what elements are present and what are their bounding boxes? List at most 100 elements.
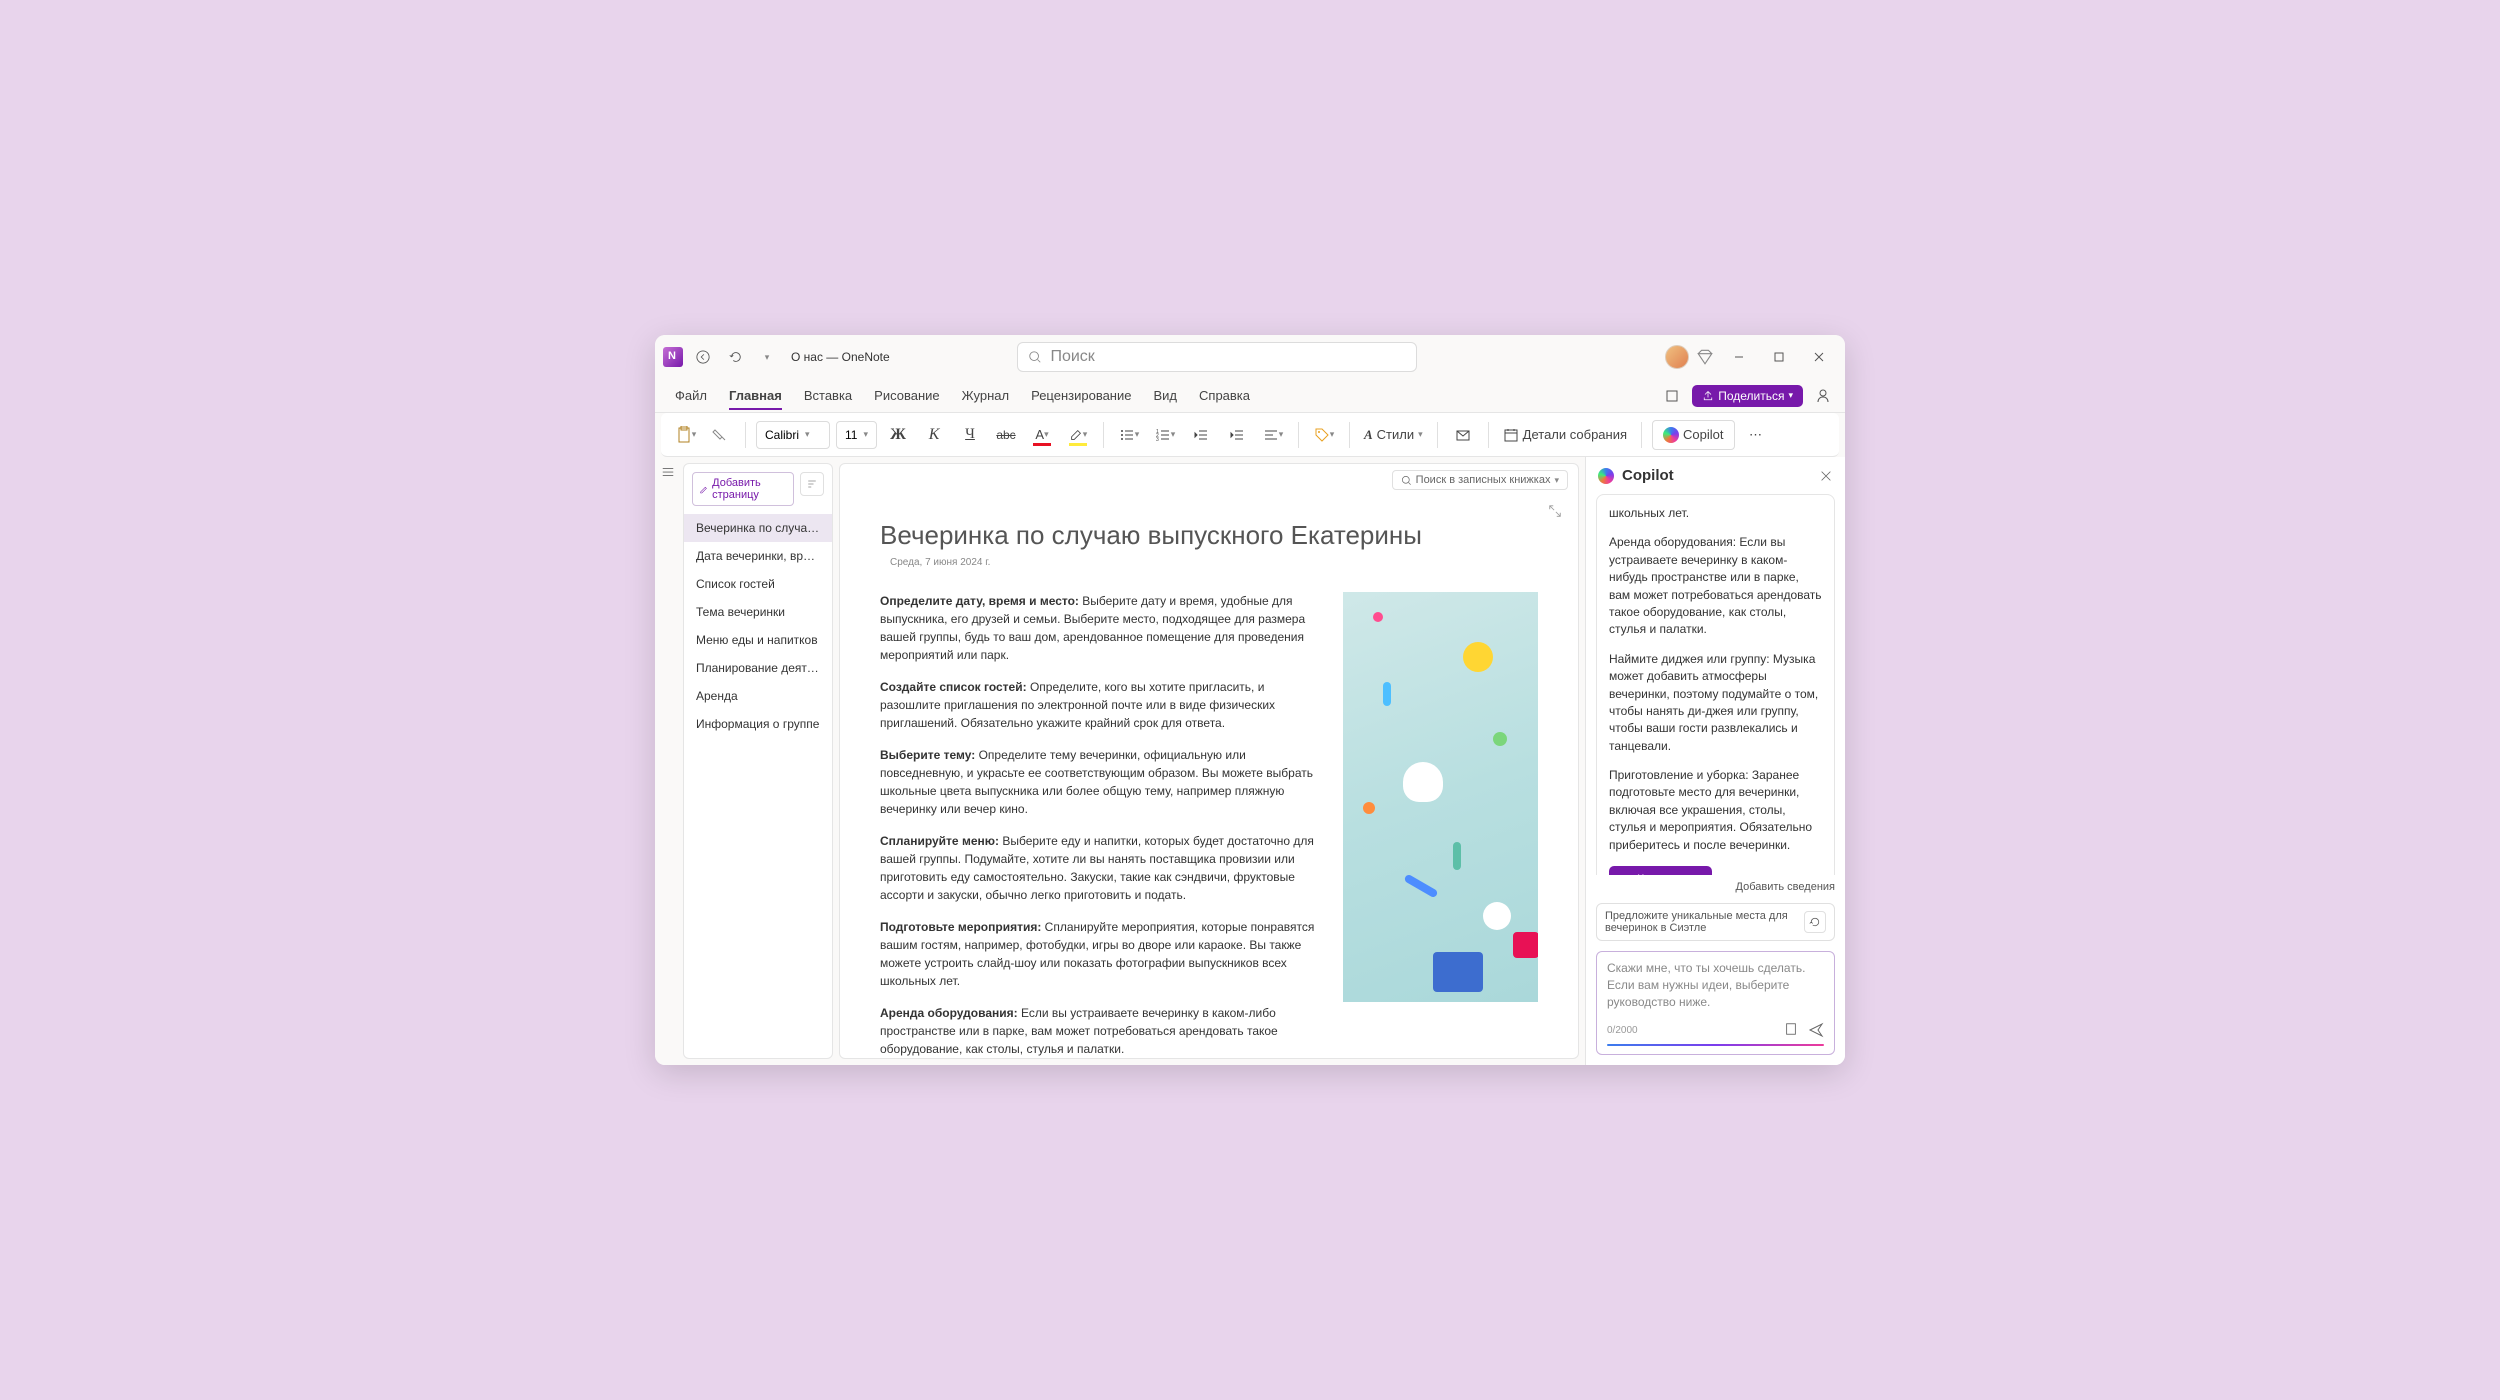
copilot-suggestion-chip[interactable]: Предложите уникальные места для вечерино… bbox=[1596, 903, 1835, 941]
notes-mode-button[interactable] bbox=[1660, 384, 1684, 408]
minimize-button[interactable] bbox=[1721, 343, 1757, 371]
numbering-icon: 123 bbox=[1155, 427, 1171, 443]
menu-home[interactable]: Главная bbox=[719, 382, 792, 409]
underline-button[interactable]: Ч bbox=[955, 420, 985, 450]
onenote-icon bbox=[663, 347, 683, 367]
copilot-icon bbox=[1663, 427, 1679, 443]
hamburger-icon bbox=[661, 465, 675, 479]
page-date: Среда, 7 июня 2024 г. bbox=[880, 557, 1538, 568]
page-body-text[interactable]: Определите дату, время и место: Выберите… bbox=[880, 592, 1323, 1058]
page-item[interactable]: Меню еды и напитков bbox=[684, 626, 832, 654]
global-search[interactable]: Поиск bbox=[1017, 342, 1417, 372]
edit-icon bbox=[699, 483, 708, 495]
page-title[interactable]: Вечеринка по случаю выпускного Екатерины bbox=[880, 520, 1538, 551]
back-button[interactable] bbox=[691, 345, 715, 369]
align-button[interactable]: ▾ bbox=[1258, 420, 1288, 450]
bold-button[interactable]: Ж bbox=[883, 420, 913, 450]
note-icon bbox=[1664, 388, 1680, 404]
page-item[interactable]: Аренда bbox=[684, 682, 832, 710]
undo-icon bbox=[728, 350, 742, 364]
font-name-select[interactable]: Calibri▾ bbox=[756, 421, 830, 449]
indent-icon bbox=[1229, 427, 1245, 443]
menu-help[interactable]: Справка bbox=[1189, 382, 1260, 409]
bullets-icon bbox=[1119, 427, 1135, 443]
menu-view[interactable]: Вид bbox=[1143, 382, 1187, 409]
notebook-search[interactable]: Поиск в записных книжках ▾ bbox=[1392, 470, 1568, 490]
tag-button[interactable]: ▾ bbox=[1309, 420, 1339, 450]
copilot-input[interactable]: Скажи мне, что ты хочешь сделать. Если в… bbox=[1596, 951, 1835, 1055]
copilot-input-placeholder: Скажи мне, что ты хочешь сделать. Если в… bbox=[1607, 960, 1824, 1016]
add-page-button[interactable]: Добавить страницу bbox=[692, 472, 794, 506]
editor-canvas[interactable]: Поиск в записных книжках ▾ Вечеринка по … bbox=[839, 463, 1579, 1059]
meeting-details-button[interactable]: Детали собрания bbox=[1499, 420, 1631, 450]
paste-button[interactable]: ▾ bbox=[671, 420, 701, 450]
menu-draw[interactable]: Рисование bbox=[864, 382, 949, 409]
ribbon-more-button[interactable]: ⋯ bbox=[1741, 420, 1771, 450]
accent-line bbox=[1607, 1044, 1824, 1046]
highlight-button[interactable]: ▾ bbox=[1063, 420, 1093, 450]
maximize-button[interactable] bbox=[1761, 343, 1797, 371]
copilot-refresh-button[interactable] bbox=[1804, 911, 1826, 933]
copilot-body: школьных лет. Аренда оборудования: Если … bbox=[1586, 494, 1845, 875]
ribbon: ▾ Calibri▾ 11▾ Ж К Ч abc A ▾ ▾ ▾ 123 ▾ bbox=[661, 413, 1839, 457]
app-window: ▾ О нас — OneNote Поиск Файл Главная Вст… bbox=[655, 335, 1845, 1065]
font-color-button[interactable]: A ▾ bbox=[1027, 420, 1057, 450]
page-item[interactable]: Планирование деятель... bbox=[684, 654, 832, 682]
copilot-copy-button[interactable]: Копировать bbox=[1609, 866, 1712, 875]
copilot-send-button[interactable] bbox=[1808, 1022, 1824, 1038]
nav-toggle[interactable] bbox=[655, 457, 683, 1065]
qat-more[interactable]: ▾ bbox=[755, 345, 779, 369]
sort-icon bbox=[806, 478, 818, 490]
menu-bar: Файл Главная Вставка Рисование Журнал Ре… bbox=[655, 379, 1845, 413]
styles-button[interactable]: A Стили ▾ bbox=[1360, 420, 1427, 450]
menu-insert[interactable]: Вставка bbox=[794, 382, 862, 409]
page-item[interactable]: Информация о группе bbox=[684, 710, 832, 738]
outdent-button[interactable] bbox=[1186, 420, 1216, 450]
copilot-guide-button[interactable] bbox=[1784, 1022, 1798, 1038]
search-icon bbox=[1028, 350, 1042, 364]
copilot-panel: Copilot школьных лет. Аренда оборудовани… bbox=[1585, 457, 1845, 1065]
format-painter-button[interactable] bbox=[705, 420, 735, 450]
page-image[interactable] bbox=[1343, 592, 1538, 1002]
copilot-ribbon-button[interactable]: Copilot bbox=[1652, 420, 1734, 450]
copilot-close-button[interactable] bbox=[1819, 469, 1833, 483]
email-button[interactable] bbox=[1448, 420, 1478, 450]
copilot-icon bbox=[1598, 468, 1614, 484]
bullets-button[interactable]: ▾ bbox=[1114, 420, 1144, 450]
page-item[interactable]: Тема вечеринки bbox=[684, 598, 832, 626]
book-icon bbox=[1784, 1022, 1798, 1036]
sort-pages-button[interactable] bbox=[800, 472, 824, 496]
window-controls bbox=[1665, 343, 1837, 371]
premium-button[interactable] bbox=[1693, 345, 1717, 369]
copilot-title: Copilot bbox=[1622, 467, 1674, 484]
calendar-icon bbox=[1503, 427, 1519, 443]
people-button[interactable] bbox=[1811, 384, 1835, 408]
numbering-button[interactable]: 123 ▾ bbox=[1150, 420, 1180, 450]
search-placeholder: Поиск bbox=[1050, 348, 1094, 366]
svg-text:3: 3 bbox=[1156, 437, 1159, 443]
font-size-select[interactable]: 11▾ bbox=[836, 421, 877, 449]
menu-file[interactable]: Файл bbox=[665, 382, 717, 409]
copilot-add-info-button[interactable]: Добавить сведения bbox=[1586, 875, 1845, 899]
indent-button[interactable] bbox=[1222, 420, 1252, 450]
document: Вечеринка по случаю выпускного Екатерины… bbox=[840, 464, 1578, 1058]
menu-history[interactable]: Журнал bbox=[952, 382, 1019, 409]
page-item[interactable]: Дата вечеринки, врем... bbox=[684, 542, 832, 570]
envelope-icon bbox=[1455, 427, 1471, 443]
undo-button[interactable] bbox=[723, 345, 747, 369]
page-list: Вечеринка по случаю в... Дата вечеринки,… bbox=[684, 514, 832, 1058]
user-avatar[interactable] bbox=[1665, 345, 1689, 369]
search-icon bbox=[1401, 475, 1412, 486]
brush-icon bbox=[712, 427, 728, 443]
share-button[interactable]: Поделиться ▾ bbox=[1692, 385, 1803, 407]
strikethrough-button[interactable]: abc bbox=[991, 420, 1021, 450]
page-panel: Добавить страницу Вечеринка по случаю в.… bbox=[683, 463, 833, 1059]
page-item[interactable]: Вечеринка по случаю в... bbox=[684, 514, 832, 542]
italic-button[interactable]: К bbox=[919, 420, 949, 450]
menu-review[interactable]: Рецензирование bbox=[1021, 382, 1141, 409]
close-button[interactable] bbox=[1801, 343, 1837, 371]
maximize-icon bbox=[1773, 351, 1785, 363]
fullscreen-button[interactable] bbox=[1548, 504, 1562, 518]
page-item[interactable]: Список гостей bbox=[684, 570, 832, 598]
highlighter-icon bbox=[1069, 428, 1083, 442]
